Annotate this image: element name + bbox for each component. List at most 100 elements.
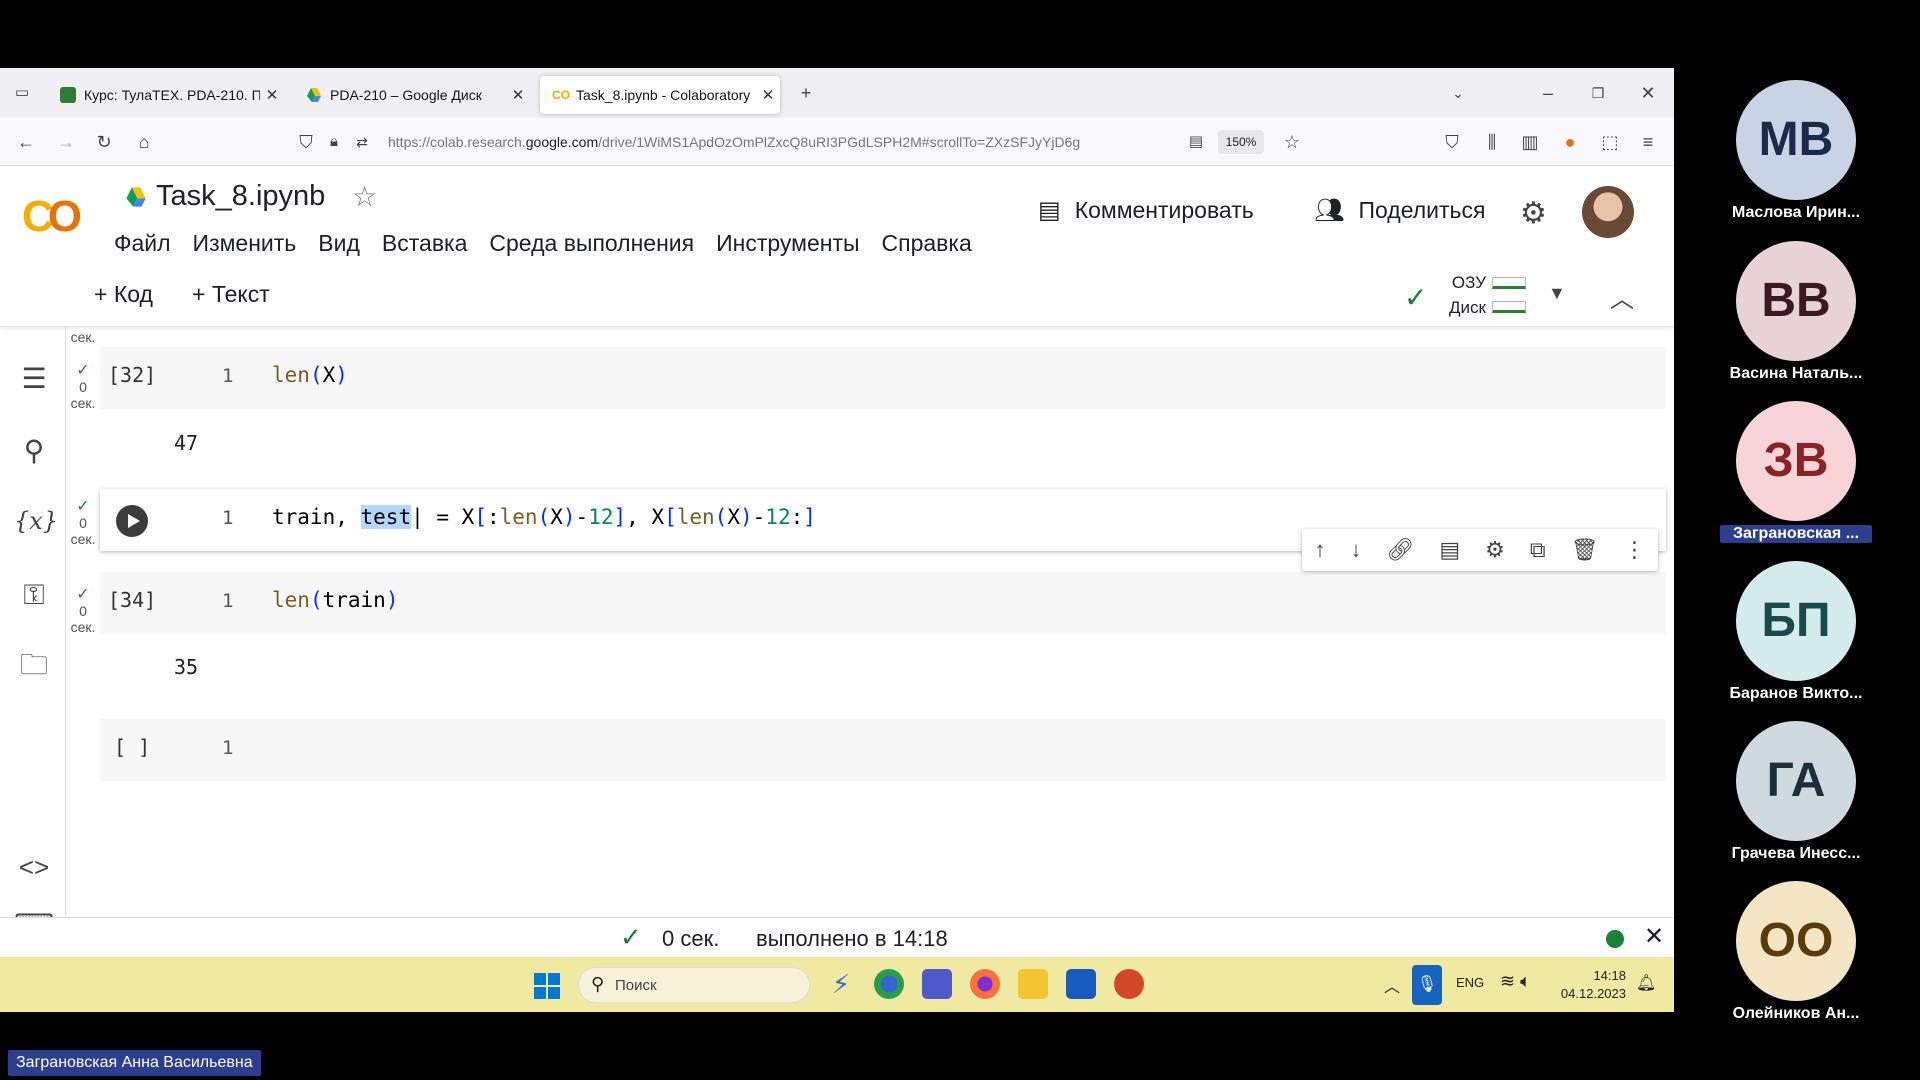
close-icon[interactable]: ✕: [756, 86, 780, 104]
folder-icon[interactable]: 🗀: [14, 645, 54, 685]
google-drive-icon[interactable]: [124, 186, 148, 213]
reader-icon[interactable]: ▤: [1184, 130, 1208, 154]
participant-tile[interactable]: ГА Грачева Инесс...: [1726, 721, 1906, 871]
trash-icon[interactable]: 🗑︎: [1571, 537, 1599, 563]
wifi-icon[interactable]: ≋ 🔈︎: [1500, 971, 1531, 992]
notebook-title[interactable]: Task_8.ipynb: [156, 180, 325, 213]
exec-count: [32]: [108, 363, 157, 387]
url-bar[interactable]: ⛉ 🔒︎ ⇄ https://colab.research.google.com…: [290, 124, 1310, 160]
share-button[interactable]: 👥︎ Поделиться: [1314, 196, 1485, 225]
hamburger-menu-icon[interactable]: ≡: [1636, 130, 1660, 154]
colab-logo[interactable]: CO: [22, 192, 82, 242]
taskbar-search[interactable]: ⚲ Поиск: [578, 967, 810, 1003]
code-line[interactable]: len(X): [272, 363, 348, 387]
participant-tile[interactable]: БП Баранов Викто...: [1726, 561, 1906, 711]
cell-status: ✓ 0 сек.: [66, 363, 100, 412]
mirror-cell-icon[interactable]: ⧉: [1530, 537, 1546, 563]
search-icon[interactable]: ⚲: [14, 431, 54, 471]
participant-tile[interactable]: ЗВ Заграновская ...: [1720, 401, 1906, 551]
variables-icon[interactable]: {x}: [14, 501, 58, 541]
chevron-down-icon[interactable]: ▼: [1548, 283, 1566, 304]
arrow-down-icon[interactable]: ↓: [1350, 537, 1361, 563]
gear-icon[interactable]: ⚙: [1485, 537, 1505, 563]
exec-count: [ ]: [114, 735, 151, 759]
participant-tile[interactable]: МВ Маслова Ирин...: [1726, 80, 1906, 230]
reload-icon[interactable]: ↻: [92, 130, 116, 154]
menu-help[interactable]: Справка: [882, 230, 972, 257]
comment-button[interactable]: ▤ Комментировать: [1038, 196, 1254, 225]
tab-drive[interactable]: PDA-210 – Google Диск ✕: [294, 76, 530, 114]
extension-icon[interactable]: ●: [1558, 130, 1582, 154]
close-icon[interactable]: ✕: [260, 86, 284, 104]
add-code-button[interactable]: + Код: [94, 281, 153, 308]
star-icon[interactable]: ☆: [352, 180, 377, 213]
zoom-level[interactable]: 150%: [1218, 130, 1264, 154]
chevron-down-icon[interactable]: ⌄: [1446, 81, 1470, 105]
bookmark-star-icon[interactable]: ☆: [1280, 130, 1304, 154]
close-icon[interactable]: ✕: [1644, 922, 1664, 951]
run-cell-button[interactable]: [116, 505, 148, 537]
menu-bar: Файл Изменить Вид Вставка Среда выполнен…: [114, 230, 972, 257]
menu-runtime[interactable]: Среда выполнения: [489, 230, 694, 257]
notification-icon[interactable]: 🔔︎: [1636, 973, 1656, 993]
close-icon[interactable]: ✕: [506, 86, 530, 104]
forward-icon[interactable]: →: [54, 130, 78, 154]
microphone-icon[interactable]: 🎙︎: [1412, 965, 1442, 1005]
chevron-up-icon[interactable]: ︿: [1610, 279, 1634, 314]
language-indicator[interactable]: ENG: [1456, 975, 1484, 990]
new-tab-icon[interactable]: +: [794, 81, 818, 105]
tab-course[interactable]: Курс: ТулаТЕХ. PDA-210. Прог ✕: [48, 76, 284, 114]
code-line[interactable]: train, test| = X[:len(X)-12], X[len(X)-1…: [272, 505, 816, 529]
shield-icon[interactable]: ⛉: [294, 130, 318, 154]
menu-edit[interactable]: Изменить: [193, 230, 297, 257]
edge-icon[interactable]: [874, 969, 904, 999]
menu-tools[interactable]: Инструменты: [716, 230, 859, 257]
firefox-icon[interactable]: [970, 969, 1000, 999]
participant-tile[interactable]: ОО Олейников Ан...: [1726, 881, 1906, 1031]
tab-colab[interactable]: CO Task_8.ipynb - Colaboratory ✕: [540, 76, 780, 114]
exec-time: 0 сек.: [662, 926, 720, 951]
avatar[interactable]: [1582, 186, 1634, 238]
chevron-up-icon[interactable]: ︿: [1384, 973, 1400, 997]
windows-start-icon[interactable]: [534, 973, 560, 999]
back-icon[interactable]: ←: [14, 130, 38, 154]
code-snippets-icon[interactable]: <>: [14, 847, 54, 887]
home-icon[interactable]: ⌂: [132, 130, 156, 154]
minimize-icon[interactable]: –: [1536, 81, 1560, 105]
comment-icon[interactable]: ▤: [1439, 537, 1460, 563]
menu-file[interactable]: Файл: [114, 230, 171, 257]
extensions-icon[interactable]: ⬚: [1598, 130, 1622, 154]
pocket-icon[interactable]: ⛉: [1440, 130, 1464, 154]
restore-icon[interactable]: ❐: [1586, 81, 1610, 105]
menu-insert[interactable]: Вставка: [382, 230, 468, 257]
lightning-app-icon[interactable]: ⚡︎: [826, 969, 856, 999]
permissions-icon[interactable]: ⇄: [350, 130, 374, 154]
key-icon[interactable]: ⚿: [14, 575, 54, 615]
lock-icon[interactable]: 🔒︎: [322, 130, 346, 154]
window-close-icon[interactable]: ✕: [1636, 81, 1660, 105]
code-line[interactable]: len(train): [272, 588, 398, 612]
notebook-toolbar: + Код + Текст ✓ ОЗУ Диск ▼ ︿: [0, 267, 1674, 327]
gear-icon[interactable]: ⚙: [1520, 196, 1547, 231]
sidebar-icon[interactable]: ▥: [1518, 130, 1542, 154]
add-text-button[interactable]: + Текст: [192, 281, 270, 308]
disk-label: Диск: [1449, 298, 1486, 317]
exec-done-text: выполнено в 14:18: [756, 926, 948, 951]
notebook: сек. ✓ 0 сек. [32] 1 len(X) 47 ✓ 0 сек. …: [66, 327, 1674, 917]
code-cell[interactable]: [34] 1 len(train): [100, 572, 1666, 634]
participant-tile[interactable]: ВВ Васина Наталь...: [1726, 241, 1906, 391]
teams-icon[interactable]: [922, 969, 952, 999]
arrow-up-icon[interactable]: ↑: [1314, 537, 1325, 563]
word-icon[interactable]: [1066, 969, 1096, 999]
code-cell-empty[interactable]: [ ] 1: [100, 719, 1666, 781]
library-icon[interactable]: ⫼: [1480, 130, 1504, 154]
powerpoint-icon[interactable]: [1114, 969, 1144, 999]
tab-list-icon[interactable]: ▭: [10, 81, 34, 105]
menu-view[interactable]: Вид: [318, 230, 360, 257]
file-explorer-icon[interactable]: [1018, 969, 1048, 999]
code-cell[interactable]: [32] 1 len(X): [100, 347, 1666, 409]
link-icon[interactable]: 🔗︎: [1386, 537, 1414, 563]
toc-icon[interactable]: ☰: [14, 359, 54, 399]
system-clock[interactable]: 14:18 04.12.2023: [1560, 967, 1626, 1003]
more-vert-icon[interactable]: ⋮: [1624, 537, 1646, 563]
